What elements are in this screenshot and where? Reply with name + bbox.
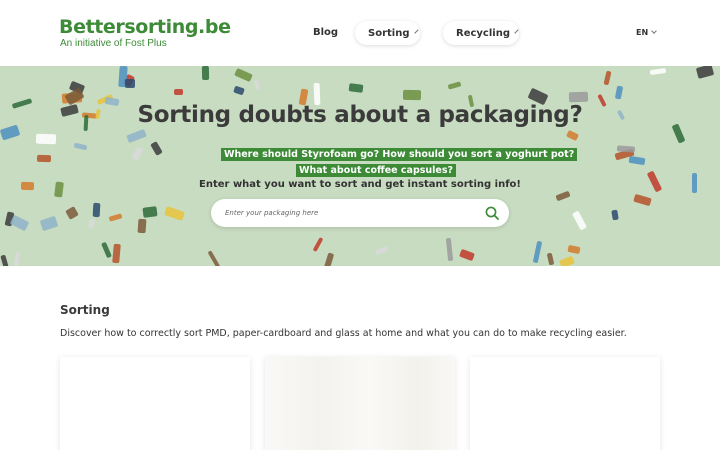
packaging-item-icon — [447, 81, 462, 90]
packaging-item-icon — [374, 245, 389, 256]
hero-title: Sorting doubts about a packaging? — [137, 102, 583, 128]
site-header: Bettersorting.be An initiative of Fost P… — [0, 0, 720, 66]
packaging-item-icon — [108, 213, 123, 222]
packaging-item-icon — [616, 145, 636, 153]
packaging-item-icon — [36, 154, 52, 163]
packaging-item-icon — [201, 66, 210, 81]
packaging-item-icon — [546, 252, 555, 266]
search-icon[interactable] — [484, 205, 500, 221]
packaging-item-icon — [92, 202, 101, 218]
packaging-item-icon — [125, 79, 135, 88]
packaging-item-icon — [348, 83, 364, 93]
packaging-item-icon — [695, 66, 715, 79]
nav-blog-link[interactable]: Blog — [313, 27, 338, 38]
sorting-section-title: Sorting — [60, 303, 110, 317]
packaging-item-icon — [142, 206, 158, 218]
sorting-card-glass[interactable] — [470, 357, 660, 450]
nav-recycling-dropdown[interactable]: Recycling — [443, 21, 519, 45]
hero-info-text: Enter what you want to sort and get inst… — [199, 179, 521, 190]
packaging-item-icon — [207, 250, 221, 266]
packaging-item-icon — [234, 67, 253, 83]
packaging-item-icon — [555, 190, 571, 202]
sorting-card-pmd[interactable] — [60, 357, 250, 450]
chevron-down-icon — [651, 28, 658, 34]
packaging-item-icon — [9, 214, 30, 232]
packaging-item-icon — [254, 79, 260, 91]
packaging-item-icon — [39, 215, 59, 232]
packaging-item-icon — [88, 218, 95, 230]
packaging-item-icon — [603, 70, 612, 86]
packaging-item-icon — [459, 248, 475, 262]
hero-highlight-question: Where should Styrofoam go? How should yo… — [221, 148, 578, 161]
packaging-item-icon — [567, 244, 581, 255]
logo-title[interactable]: Bettersorting.be — [59, 16, 231, 38]
language-label: EN — [636, 28, 649, 37]
sorting-section-description: Discover how to correctly sort PMD, pape… — [60, 328, 627, 339]
packaging-item-icon — [150, 141, 163, 156]
packaging-item-icon — [65, 206, 79, 220]
packaging-item-icon — [173, 88, 184, 96]
packaging-item-icon — [13, 251, 21, 266]
packaging-item-icon — [633, 193, 652, 207]
packaging-item-icon — [164, 206, 185, 221]
search-bar — [211, 199, 509, 227]
packaging-item-icon — [566, 129, 579, 142]
packaging-item-icon — [611, 209, 619, 221]
packaging-item-icon — [233, 85, 245, 96]
hero-banner: Sorting doubts about a packaging? Where … — [0, 66, 720, 266]
packaging-item-icon — [101, 241, 112, 259]
packaging-item-icon — [312, 236, 324, 253]
packaging-item-icon — [649, 67, 667, 76]
language-selector[interactable]: EN — [636, 28, 658, 37]
packaging-item-icon — [402, 89, 422, 101]
packaging-item-icon — [35, 133, 57, 145]
nav-sorting-dropdown[interactable]: Sorting — [355, 21, 420, 45]
packaging-item-icon — [126, 128, 147, 144]
packaging-item-icon — [73, 142, 88, 151]
search-input[interactable] — [225, 199, 475, 227]
packaging-item-icon — [137, 218, 147, 234]
hero-highlight-capsules: What about coffee capsules? — [296, 164, 457, 177]
packaging-item-icon — [0, 254, 9, 266]
chevron-down-icon — [514, 29, 519, 34]
packaging-item-icon — [571, 210, 588, 231]
packaging-item-icon — [131, 146, 144, 161]
logo-subtitle: An initiative of Fost Plus — [60, 38, 167, 49]
chevron-down-icon — [413, 29, 419, 34]
packaging-item-icon — [559, 255, 575, 266]
packaging-item-icon — [445, 237, 454, 262]
nav-recycling-label: Recycling — [456, 27, 510, 39]
packaging-item-icon — [112, 243, 121, 264]
packaging-item-icon — [568, 91, 589, 103]
packaging-item-icon — [323, 252, 335, 266]
sorting-card-paper-cardboard[interactable] — [265, 357, 455, 450]
packaging-item-icon — [532, 240, 543, 264]
packaging-item-icon — [614, 85, 624, 100]
packaging-item-icon — [628, 155, 646, 166]
nav-sorting-label: Sorting — [368, 27, 410, 39]
